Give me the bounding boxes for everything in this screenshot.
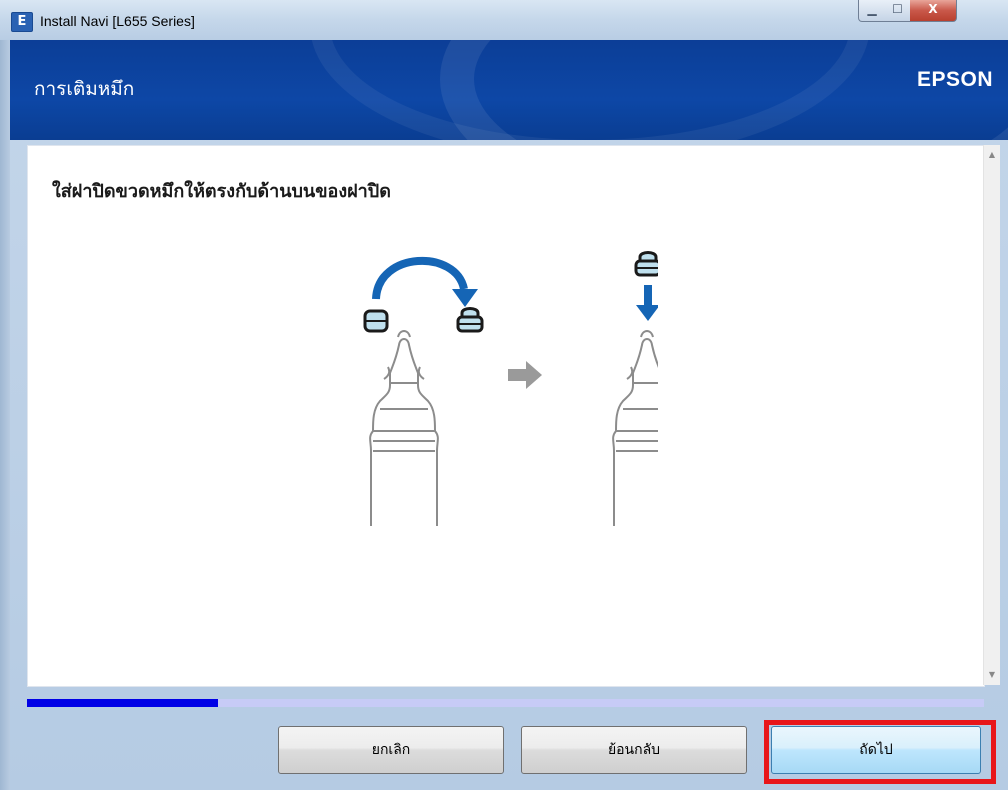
close-button[interactable]: X bbox=[910, 0, 957, 22]
maximize-button[interactable]: ☐ bbox=[885, 0, 911, 22]
arrow-right-icon bbox=[508, 361, 542, 389]
close-icon: X bbox=[928, 2, 938, 16]
scroll-down-icon[interactable]: ▼ bbox=[984, 667, 1000, 683]
cap-icon bbox=[456, 307, 484, 333]
bottle-icon bbox=[612, 330, 658, 526]
window-frame bbox=[0, 40, 10, 790]
minimize-button[interactable]: ▁ bbox=[858, 0, 886, 22]
cap-icon bbox=[363, 309, 389, 333]
curved-arrow-icon bbox=[372, 256, 478, 307]
ink-bottle-illustration bbox=[363, 251, 658, 526]
maximize-icon: ☐ bbox=[892, 2, 903, 16]
back-button[interactable]: ย้อนกลับ bbox=[521, 726, 747, 774]
scroll-up-icon[interactable]: ▲ bbox=[984, 147, 1000, 163]
cap-icon bbox=[634, 251, 658, 277]
title-bar[interactable]: E Install Navi [L655 Series] ▁ ☐ X bbox=[0, 0, 1008, 40]
progress-bar bbox=[27, 699, 984, 707]
arrow-down-icon bbox=[636, 285, 658, 321]
epson-logo: EPSON bbox=[916, 68, 993, 91]
cancel-button[interactable]: ยกเลิก bbox=[278, 726, 504, 774]
window-title: Install Navi [L655 Series] bbox=[40, 13, 195, 29]
bottle-icon bbox=[369, 330, 439, 526]
vertical-scrollbar[interactable]: ▲ ▼ bbox=[983, 145, 1000, 685]
header-banner: การเติมหมึก EPSON bbox=[10, 40, 1008, 140]
instruction-text: ใส่ฝาปิดขวดหมึกให้ตรงกับด้านบนของฝาปิด bbox=[52, 181, 391, 202]
minimize-icon: ▁ bbox=[867, 2, 877, 16]
next-button[interactable]: ถัดไป bbox=[771, 726, 981, 774]
page-title: การเติมหมึก bbox=[34, 78, 135, 100]
progress-fill bbox=[27, 699, 219, 707]
installer-window: E Install Navi [L655 Series] ▁ ☐ X การเต… bbox=[0, 0, 1008, 790]
content-panel: ใส่ฝาปิดขวดหมึกให้ตรงกับด้านบนของฝาปิด bbox=[27, 145, 985, 687]
app-icon: E bbox=[11, 12, 33, 32]
